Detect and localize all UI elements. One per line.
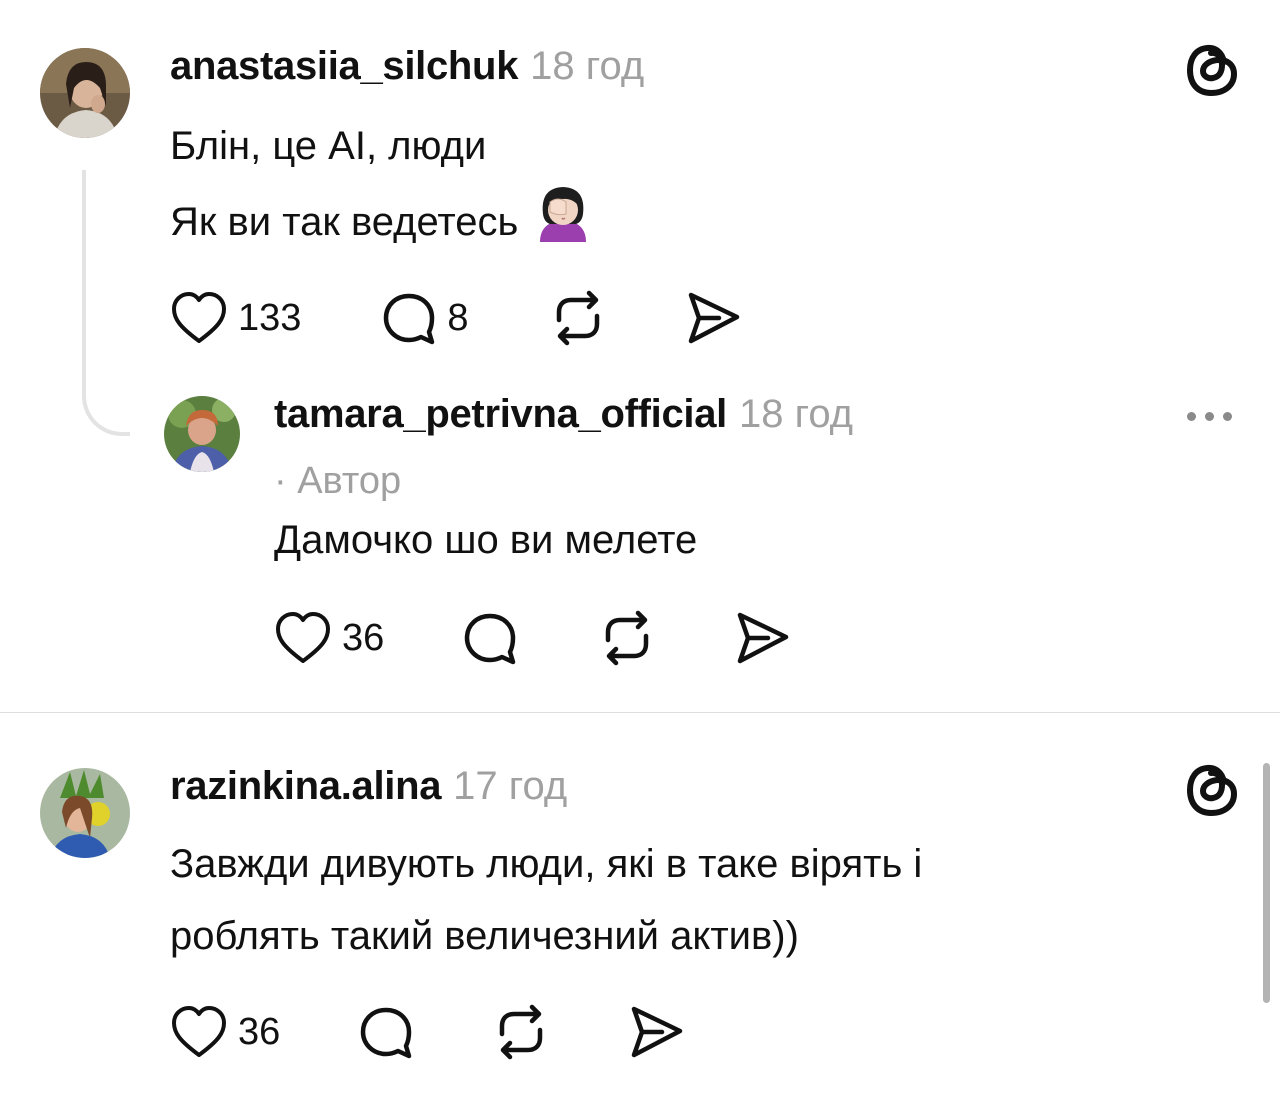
avatar[interactable]: [164, 396, 240, 472]
dot: [1205, 412, 1214, 421]
heart-icon: [170, 1005, 228, 1059]
comment-line-with-emoji: Як ви так ведетесь: [170, 184, 594, 265]
timestamp: 18 год: [739, 392, 854, 436]
like-count: 36: [238, 1010, 281, 1053]
reply-button[interactable]: 8: [381, 290, 469, 346]
comment-line: Блін, це AI, люди: [170, 124, 487, 168]
send-icon: [685, 291, 741, 345]
comment-line: Завжди дивують люди, які в таке вірять і: [170, 842, 923, 886]
share-button[interactable]: [628, 1005, 684, 1059]
share-button[interactable]: [685, 291, 741, 345]
more-options-icon[interactable]: [1187, 412, 1232, 421]
heart-icon: [170, 291, 228, 345]
dot: [1187, 412, 1196, 421]
threads-logo-icon[interactable]: [1184, 40, 1240, 105]
comment-text: Блін, це AI, люди Як ви так ведетесь: [170, 110, 594, 265]
comment-bubble-icon: [358, 1004, 414, 1060]
scrollbar[interactable]: [1263, 763, 1270, 1003]
heart-icon: [274, 611, 332, 665]
repost-button[interactable]: [598, 610, 656, 666]
repost-button[interactable]: [492, 1004, 550, 1060]
username[interactable]: anastasiia_silchuk: [170, 44, 518, 89]
comment-line: Дамочко шо ви мелете: [274, 518, 698, 562]
repost-icon: [549, 290, 607, 346]
divider: [0, 712, 1280, 713]
comment-line: роблять такий величезний актив)): [170, 914, 799, 958]
woman-facepalming-icon: [532, 184, 594, 265]
like-count: 36: [342, 616, 385, 659]
timestamp: 17 год: [453, 764, 568, 808]
repost-icon: [598, 610, 656, 666]
reply-button[interactable]: [462, 610, 518, 666]
username[interactable]: tamara_petrivna_official: [274, 392, 727, 437]
like-count: 133: [238, 296, 302, 339]
like-button[interactable]: 133: [170, 291, 301, 345]
comment-line: Як ви так ведетесь: [170, 200, 519, 245]
threads-logo-icon[interactable]: [1184, 760, 1240, 825]
share-button[interactable]: [734, 611, 790, 665]
like-button[interactable]: 36: [170, 1005, 280, 1059]
avatar[interactable]: [40, 768, 130, 858]
username[interactable]: razinkina.alina: [170, 764, 441, 809]
reply-button[interactable]: [358, 1004, 414, 1060]
send-icon: [628, 1005, 684, 1059]
author-badge: · Автор: [274, 460, 402, 502]
comment-text: Дамочко шо ви мелете: [274, 504, 697, 576]
timestamp: 18 год: [530, 44, 645, 88]
avatar[interactable]: [40, 48, 130, 138]
thread-connector-line: [82, 170, 130, 436]
comment-text: Завжди дивують люди, які в таке вірять і…: [170, 828, 922, 972]
repost-button[interactable]: [549, 290, 607, 346]
comment-bubble-icon: [381, 290, 437, 346]
send-icon: [734, 611, 790, 665]
dot: [1223, 412, 1232, 421]
like-button[interactable]: 36: [274, 611, 384, 665]
repost-icon: [492, 1004, 550, 1060]
comment-bubble-icon: [462, 610, 518, 666]
reply-count: 8: [447, 296, 469, 339]
